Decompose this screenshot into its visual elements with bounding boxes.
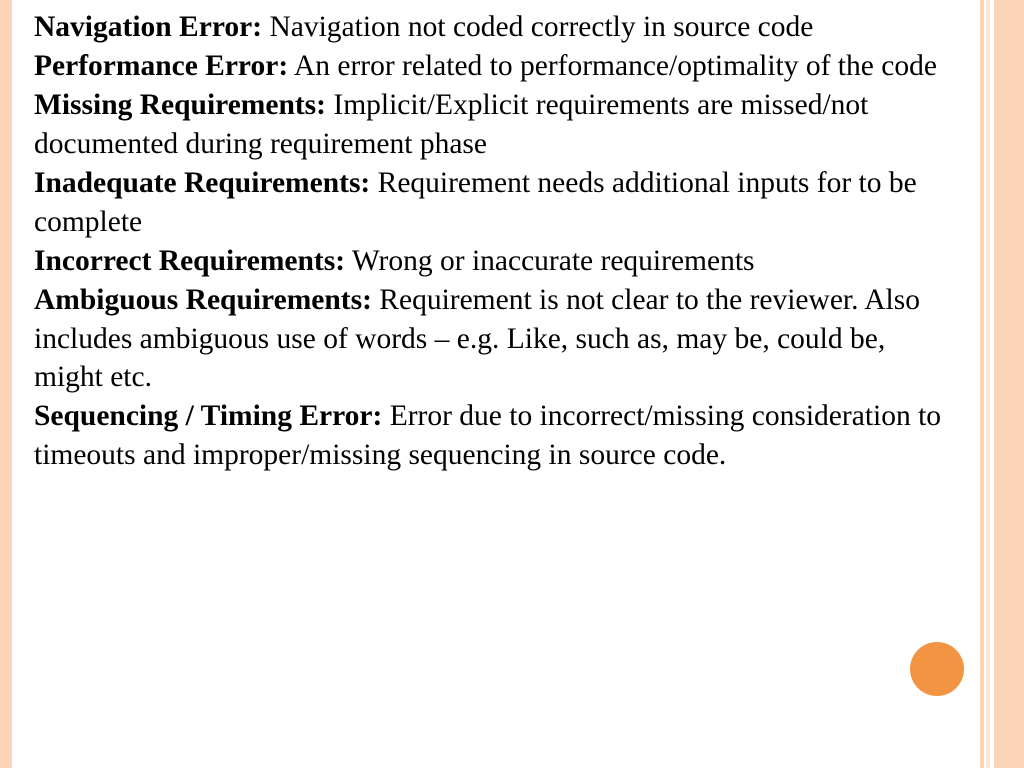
definition-item: Incorrect Requirements: Wrong or inaccur…	[34, 242, 956, 281]
frame-stripe-left	[0, 0, 12, 768]
frame-inner-stripe-1	[986, 0, 990, 768]
definition-term: Navigation Error:	[34, 11, 262, 43]
definition-term: Incorrect Requirements:	[34, 245, 345, 277]
definition-desc: Wrong or inaccurate requirements	[345, 245, 754, 277]
definition-item: Sequencing / Timing Error: Error due to …	[34, 397, 956, 475]
definition-item: Performance Error: An error related to p…	[34, 47, 956, 86]
definition-term: Ambiguous Requirements:	[34, 284, 372, 316]
frame-inner-stripe-2	[980, 0, 984, 768]
definition-item: Ambiguous Requirements: Requirement is n…	[34, 281, 956, 398]
definition-item: Missing Requirements: Implicit/Explicit …	[34, 86, 956, 164]
frame-stripe-right	[994, 0, 1024, 768]
slide-body: Navigation Error: Navigation not coded c…	[30, 4, 964, 479]
definition-term: Inadequate Requirements:	[34, 167, 370, 199]
circle-bullet-icon	[910, 642, 964, 696]
definition-term: Performance Error:	[34, 50, 288, 82]
definition-item: Inadequate Requirements: Requirement nee…	[34, 164, 956, 242]
definition-term: Missing Requirements:	[34, 89, 326, 121]
definition-desc: An error related to performance/optimali…	[288, 50, 937, 82]
definition-desc: Navigation not coded correctly in source…	[262, 11, 813, 43]
definition-term: Sequencing / Timing Error:	[34, 400, 382, 432]
definition-item: Navigation Error: Navigation not coded c…	[34, 8, 956, 47]
